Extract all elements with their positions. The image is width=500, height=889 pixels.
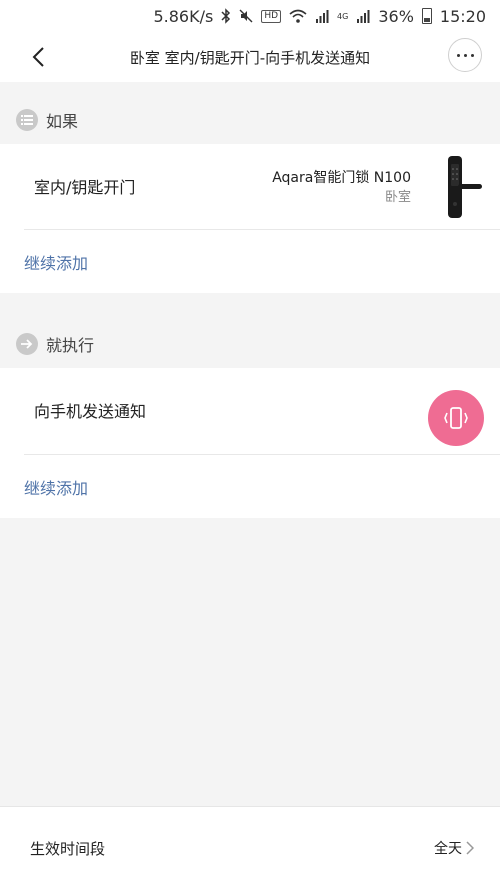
if-section-label: 如果: [46, 112, 79, 131]
effective-time-text: 全天: [434, 841, 462, 857]
if-section-header: 如果: [0, 96, 500, 144]
trigger-title: 室内/钥匙开门: [34, 178, 136, 197]
network-type: 4G: [337, 11, 349, 21]
more-dots-icon: [456, 53, 460, 57]
device-room: 卧室: [384, 190, 411, 205]
battery-icon: [421, 8, 432, 24]
if-card: 室内/钥匙开门 Aqara智能门锁 N100 卧室 继续添加: [0, 144, 500, 293]
back-button[interactable]: [20, 40, 56, 74]
mute-icon: [239, 9, 253, 23]
signal-icon: [315, 9, 329, 23]
clock: 15:20: [439, 6, 486, 26]
more-button[interactable]: [448, 38, 482, 72]
list-icon: [16, 109, 38, 131]
then-add-more-link[interactable]: 继续添加: [24, 455, 88, 519]
battery-percent: 36%: [378, 6, 414, 26]
bluetooth-icon: [221, 8, 231, 24]
door-lock-icon: [448, 156, 482, 218]
then-card: 向手机发送通知 继续添加: [0, 368, 500, 518]
effective-time-label: 生效时间段: [30, 839, 106, 858]
phone-vibrate-icon: [428, 390, 484, 446]
wifi-icon: [289, 9, 307, 23]
divider: [24, 454, 500, 455]
arrow-right-icon: [16, 333, 38, 355]
action-title: 向手机发送通知: [34, 402, 147, 421]
effective-time-value[interactable]: 全天: [434, 807, 474, 889]
divider: [24, 229, 500, 230]
signal-icon-2: [356, 9, 370, 23]
effective-time-bar[interactable]: 生效时间段 全天: [0, 806, 500, 889]
status-bar: 5.86K/s HD 4G 36% 15:20: [0, 0, 500, 32]
chevron-right-icon: [466, 841, 474, 855]
chevron-left-icon: [32, 47, 44, 67]
trigger-device-info: Aqara智能门锁 N100 卧室: [272, 169, 411, 207]
if-add-more-link[interactable]: 继续添加: [24, 230, 88, 294]
nav-bar: 卧室 室内/钥匙开门-向手机发送通知: [0, 32, 500, 82]
action-row[interactable]: 向手机发送通知: [0, 368, 500, 452]
then-section-header: 就执行: [0, 320, 500, 368]
then-section-label: 就执行: [46, 336, 95, 355]
network-speed: 5.86K/s: [153, 6, 214, 26]
trigger-row[interactable]: 室内/钥匙开门 Aqara智能门锁 N100 卧室: [0, 144, 500, 228]
page-title: 卧室 室内/钥匙开门-向手机发送通知: [129, 48, 371, 67]
device-name: Aqara智能门锁 N100: [272, 170, 411, 186]
hd-badge: HD: [261, 9, 282, 23]
